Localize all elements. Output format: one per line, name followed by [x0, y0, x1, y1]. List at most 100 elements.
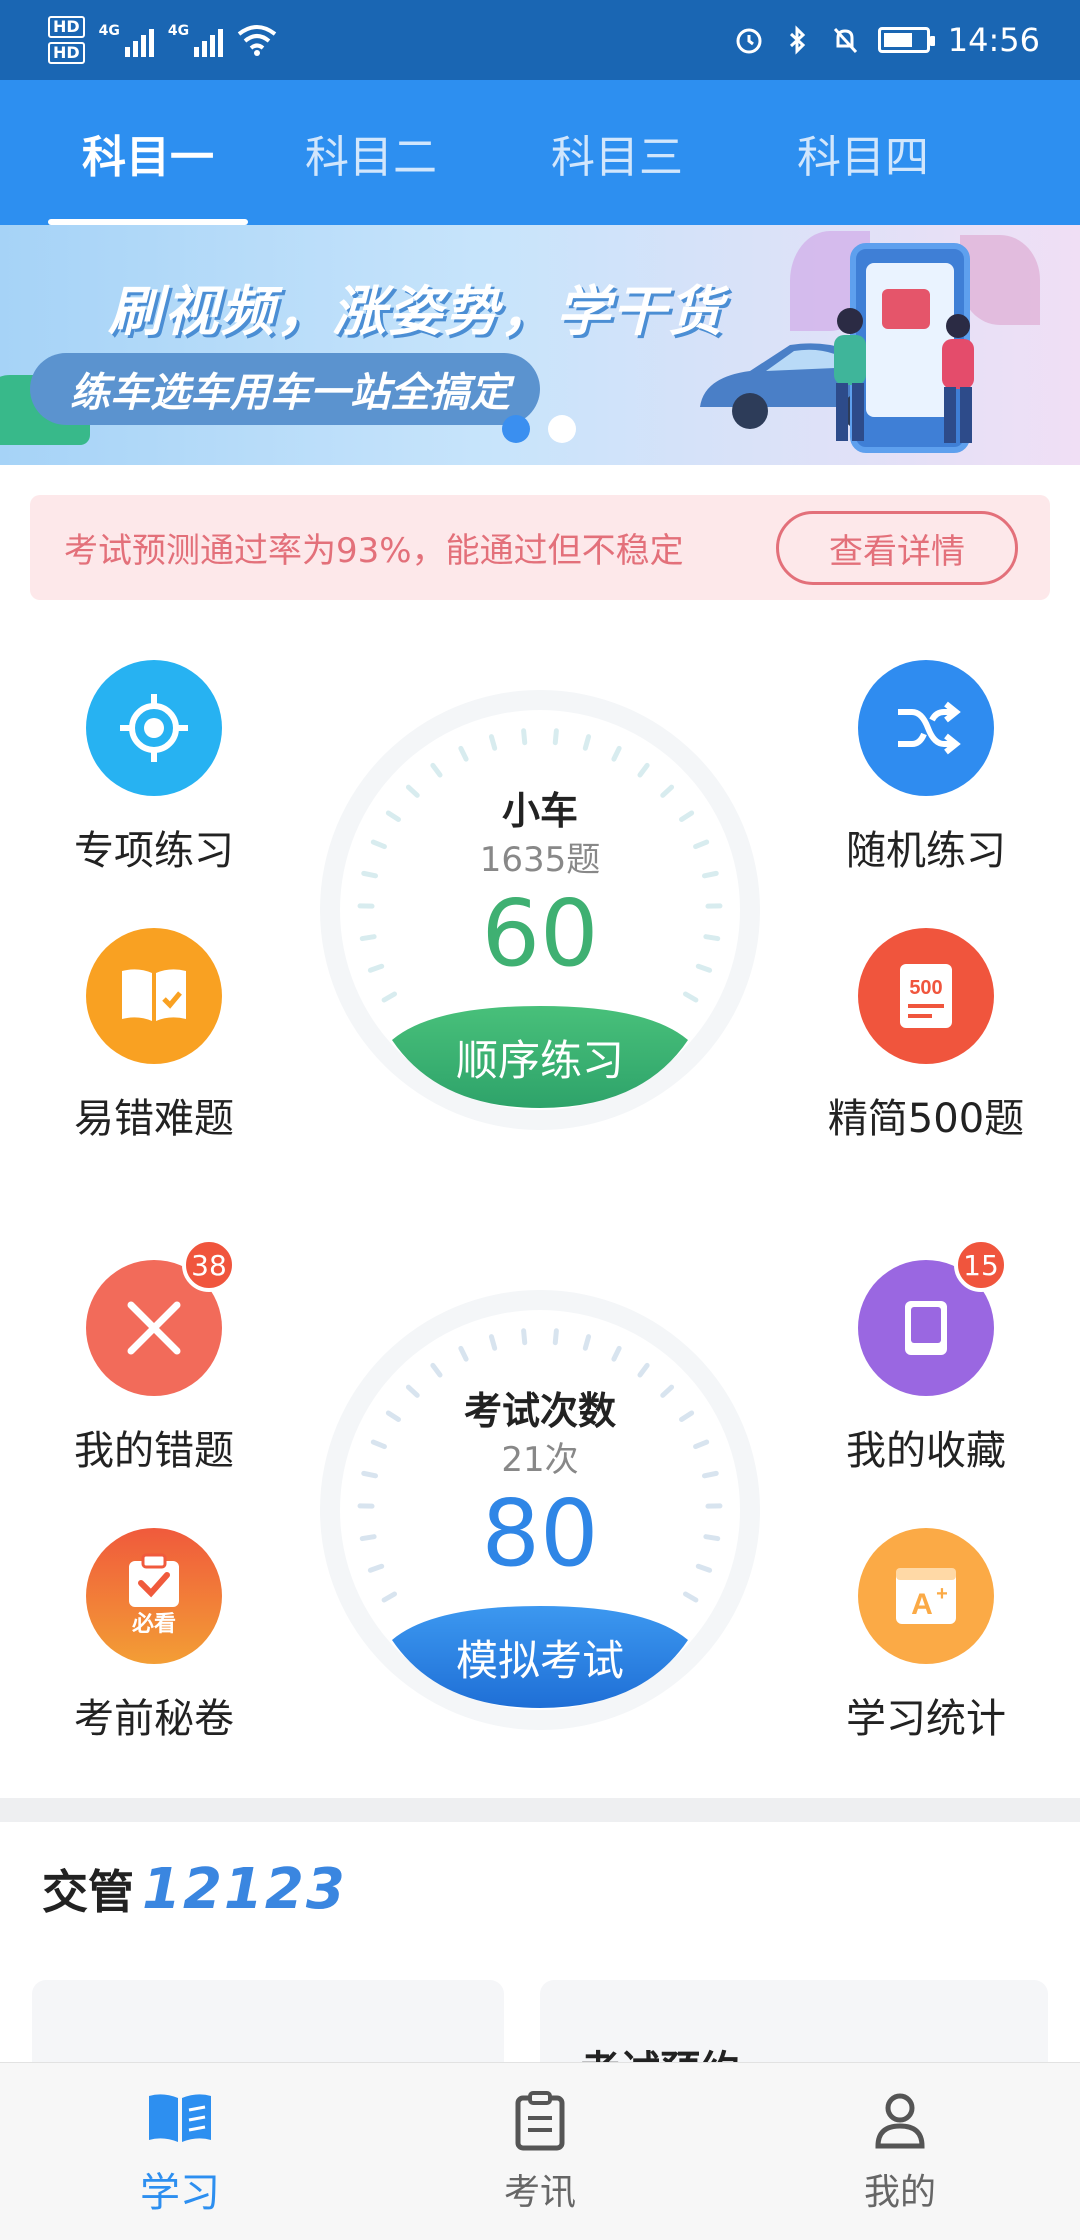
random-practice-label: 随机练习: [846, 828, 1006, 874]
vehicle-type-title: 小车: [501, 789, 578, 833]
bottom-navigation: 学习 考讯 我的: [0, 2062, 1080, 2240]
my-mistakes-label: 我的错题: [74, 1428, 234, 1474]
pre-exam-secret-label: 考前秘卷: [74, 1696, 234, 1742]
doc-500-icon: 500: [900, 964, 952, 1028]
study-stats-button[interactable]: A + 学习统计: [816, 1528, 1036, 1758]
traffic-12123-title: 交管 12123: [42, 1856, 347, 1922]
sim2-hd-badge: HD: [48, 42, 85, 64]
banner-person-image: [834, 308, 866, 441]
dial-tick: [637, 762, 650, 778]
mock-exam-dial[interactable]: 考试次数 21次 80 模拟考试: [320, 1290, 760, 1730]
promo-banner[interactable]: 刷视频，涨姿势，学干货 练车选车用车一站全搞定: [0, 225, 1080, 465]
special-practice-label: 专项练习: [74, 828, 234, 874]
dial-tick: [582, 734, 592, 751]
error-prone-button[interactable]: 易错难题: [44, 928, 264, 1158]
study-stats-circle: A +: [858, 1528, 994, 1664]
banner-title: 刷视频，涨姿势，学干货: [108, 280, 724, 343]
sequential-practice-button[interactable]: 顺序练习: [392, 1004, 688, 1110]
exam-count-title: 考试次数: [463, 1389, 616, 1433]
special-practice-button[interactable]: 专项练习: [44, 660, 264, 890]
dial-tick: [430, 762, 443, 778]
simplified-500-circle: 500: [858, 928, 994, 1064]
shuffle-icon: [898, 701, 961, 755]
mock-exam-label: 模拟考试: [455, 1635, 624, 1685]
section-title-prefix: 交管: [42, 1865, 134, 1919]
banner-pagination: [502, 415, 576, 443]
tab-subject-1[interactable]: 科目一: [48, 80, 248, 225]
dial-tick: [582, 1334, 592, 1351]
sim-indicators: HD HD: [48, 16, 85, 64]
dial-tick: [430, 1362, 443, 1378]
tab-subject-2[interactable]: 科目二: [248, 80, 494, 225]
dial-tick: [682, 1591, 699, 1603]
dial-tick: [458, 745, 469, 762]
mistakes-count-badge: 38: [182, 1238, 236, 1292]
pass-rate-notice: 考试预测通过率为93%，能通过但不稳定 查看详情: [30, 495, 1050, 600]
dial-tick: [552, 1328, 559, 1346]
dial-tick: [381, 1591, 398, 1603]
dial-tick: [488, 1334, 498, 1351]
dial-tick: [611, 745, 622, 762]
subject-tab-bar: 科目一 科目二 科目三 科目四: [0, 80, 1080, 225]
target-icon: [120, 694, 188, 762]
my-mistakes-circle: 38: [86, 1238, 236, 1396]
grade-card-icon: A +: [896, 1568, 956, 1624]
status-left: HD HD 4G 4G: [48, 10, 277, 70]
status-right: 14:56: [734, 0, 1040, 80]
sim1-hd-badge: HD: [48, 16, 85, 38]
tab-subject-3[interactable]: 科目三: [494, 80, 740, 225]
sequential-practice-dial[interactable]: 小车 1635题 60 顺序练习: [320, 690, 760, 1130]
nav-study-label: 学习: [140, 2169, 220, 2216]
dial-tick: [552, 728, 559, 746]
nav-news[interactable]: 考讯: [360, 2063, 720, 2240]
banner-dot-1[interactable]: [502, 415, 530, 443]
book-open-icon: [149, 2093, 211, 2142]
my-favorites-button[interactable]: 15 我的收藏: [816, 1238, 1036, 1490]
practice-progress-value: 60: [481, 880, 599, 987]
must-see-tag: 必看: [132, 1611, 176, 1637]
dial-tick: [521, 728, 528, 746]
error-prone-label: 易错难题: [74, 1096, 234, 1142]
question-count: 1635题: [479, 840, 601, 880]
svg-text:A: A: [911, 1588, 933, 1621]
my-mistakes-button[interactable]: 38 我的错题: [44, 1238, 264, 1490]
nav-mine-label: 我的: [863, 2171, 936, 2213]
dial-tick: [521, 1328, 528, 1346]
section-title-number: 12123: [142, 1857, 347, 1922]
wifi-icon: [237, 25, 277, 56]
banner-dot-2[interactable]: [548, 415, 576, 443]
section-divider: [0, 1798, 1080, 1822]
clipboard-list-icon: [515, 2090, 565, 2150]
clipboard-check-icon: 必看: [129, 1553, 179, 1637]
pre-exam-secret-button[interactable]: 必看 考前秘卷: [44, 1528, 264, 1758]
nav-study[interactable]: 学习: [0, 2063, 360, 2240]
status-time: 14:56: [947, 21, 1040, 59]
sequential-practice-label: 顺序练习: [455, 1035, 624, 1085]
exam-score-value: 80: [481, 1480, 599, 1587]
nav-news-label: 考讯: [503, 2171, 576, 2213]
random-practice-button[interactable]: 随机练习: [816, 660, 1036, 890]
nav-mine[interactable]: 我的: [720, 2063, 1080, 2240]
view-details-button[interactable]: 查看详情: [776, 511, 1018, 585]
dial-tick: [458, 1345, 469, 1362]
pre-exam-secret-circle: 必看: [86, 1528, 222, 1664]
simplified-500-label: 精简500题: [827, 1096, 1025, 1142]
dial-tick: [682, 991, 699, 1003]
close-icon: [127, 1301, 181, 1355]
study-stats-label: 学习统计: [846, 1696, 1006, 1742]
mock-exam-button[interactable]: 模拟考试: [392, 1604, 688, 1710]
pass-rate-text: 考试预测通过率为93%，能通过但不稳定: [64, 531, 684, 571]
banner-subtitle: 练车选车用车一站全搞定: [30, 353, 540, 425]
exam-count-value: 21次: [501, 1440, 579, 1480]
simplified-500-button[interactable]: 500 精简500题: [816, 928, 1036, 1158]
svg-text:+: +: [936, 1583, 948, 1605]
tab-subject-4[interactable]: 科目四: [740, 80, 986, 225]
battery-icon: [877, 27, 935, 53]
my-favorites-label: 我的收藏: [846, 1428, 1006, 1474]
banner-person-image-2: [942, 314, 974, 443]
error-prone-circle: [86, 928, 222, 1064]
dial-tick: [381, 991, 398, 1003]
special-practice-circle: [86, 660, 222, 796]
dial-tick: [637, 1362, 650, 1378]
svg-text:500: 500: [909, 977, 942, 999]
